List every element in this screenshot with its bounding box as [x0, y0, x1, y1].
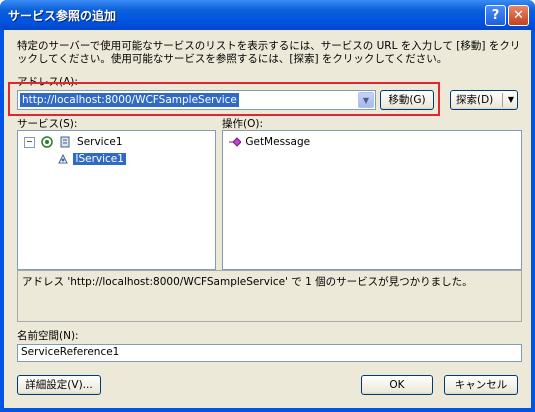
operation-label: GetMessage: [245, 136, 311, 148]
window-title: サービス参照の追加: [8, 9, 117, 23]
close-button[interactable]: ✕: [508, 5, 529, 26]
tree-node-label-selected: IService1: [73, 153, 126, 165]
services-label: サービス(S):: [17, 118, 78, 130]
operations-list[interactable]: GetMessage: [222, 130, 522, 270]
address-combobox[interactable]: http://localhost:8000/WCFSampleService ▼: [17, 90, 376, 110]
operations-label: 操作(O):: [222, 118, 263, 130]
operation-item[interactable]: GetMessage: [229, 136, 310, 148]
namespace-label: 名前空間(N):: [17, 330, 79, 342]
go-button[interactable]: 移動(G): [380, 90, 434, 110]
namespace-input[interactable]: ServiceReference1: [17, 344, 522, 362]
contract-icon: [58, 153, 68, 164]
discover-button-label: 探索(D): [456, 94, 494, 106]
status-message: アドレス 'http://localhost:8000/WCFSampleSer…: [17, 270, 522, 322]
method-icon: [229, 137, 242, 147]
dialog-window: サービス参照の追加 ? ✕ 特定のサーバーで使用可能なサービスのリストを表示する…: [0, 0, 535, 412]
server-icon: [59, 136, 71, 148]
address-value[interactable]: http://localhost:8000/WCFSampleService: [20, 93, 239, 107]
chevron-down-icon[interactable]: ▼: [508, 91, 514, 109]
discover-button[interactable]: 探索(D) ▼: [450, 90, 518, 110]
ok-button[interactable]: OK: [361, 375, 433, 395]
tree-node-iservice1[interactable]: IService1: [58, 153, 126, 165]
instructions-text: 特定のサーバーで使用可能なサービスのリストを表示するには、サービスの URL を…: [17, 40, 521, 65]
collapse-icon[interactable]: −: [24, 136, 35, 148]
service-icon: [41, 136, 54, 148]
services-tree[interactable]: − Service1 IService1: [17, 130, 216, 270]
tree-node-service1[interactable]: − Service1: [24, 136, 123, 148]
split-divider: [502, 93, 503, 107]
title-bar[interactable]: サービス参照の追加 ? ✕: [0, 0, 535, 30]
help-button[interactable]: ?: [485, 5, 506, 26]
dialog-client: 特定のサーバーで使用可能なサービスのリストを表示するには、サービスの URL を…: [4, 30, 531, 408]
chevron-down-icon[interactable]: ▼: [358, 92, 374, 108]
cancel-button[interactable]: キャンセル: [444, 375, 518, 395]
advanced-button[interactable]: 詳細設定(V)...: [17, 375, 101, 395]
tree-node-label: Service1: [77, 136, 123, 148]
